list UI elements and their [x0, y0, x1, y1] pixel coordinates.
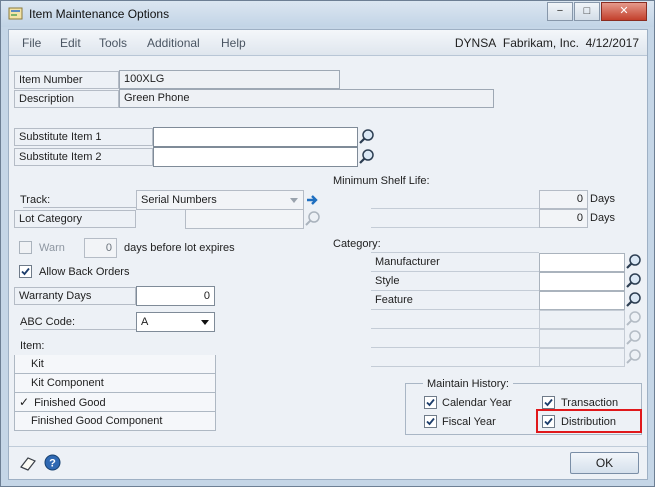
calendar-year-label: Calendar Year [442, 397, 512, 409]
shelf-life-days-2[interactable]: 0 [539, 209, 588, 228]
item-number-value: 100XLG [119, 70, 340, 89]
maintain-history-label: Maintain History: [423, 375, 513, 393]
feature-lookup-icon[interactable] [625, 291, 643, 309]
calendar-year-checkbox[interactable] [424, 396, 437, 409]
track-underline [23, 207, 136, 208]
dialog-client: File Edit Tools Additional Help DYNSA Fa… [8, 29, 648, 480]
warranty-days-input[interactable]: 0 [136, 286, 215, 306]
substitute-item-1-label: Substitute Item 1 [14, 128, 153, 146]
category-input-style[interactable] [539, 272, 625, 291]
warn-label: Warn [39, 242, 65, 254]
substitute-item-2-label: Substitute Item 2 [14, 148, 153, 166]
menu-bar: File Edit Tools Additional Help DYNSA Fa… [9, 30, 647, 56]
abc-code-value: A [141, 316, 149, 328]
category-input-empty-4[interactable] [539, 310, 625, 329]
shelf-life-unit-1: Days [590, 193, 616, 205]
item-type-row-finished-good-component[interactable]: Finished Good Component [14, 412, 216, 431]
item-type-row-label: Finished Good Component [31, 415, 163, 427]
category-row-label: Feature [375, 294, 413, 306]
fiscal-year-checkbox[interactable] [424, 415, 437, 428]
category-row-empty-5 [371, 329, 539, 348]
track-select-value: Serial Numbers [141, 194, 217, 206]
category-row-label: Manufacturer [375, 256, 440, 268]
close-button[interactable]: ✕ [601, 2, 647, 21]
substitute-2-lookup-icon[interactable] [358, 148, 376, 166]
item-type-row-finished-good[interactable]: ✓ Finished Good [14, 393, 216, 412]
fiscal-year-label: Fiscal Year [442, 416, 496, 428]
shelf-life-row-2 [371, 209, 539, 228]
category-row-manufacturer: Manufacturer [371, 253, 539, 272]
footer-separator [9, 446, 647, 447]
item-type-row-label: Kit [31, 358, 44, 370]
substitute-item-1-input[interactable] [153, 127, 358, 147]
shelf-life-days-1[interactable]: 0 [539, 190, 588, 209]
menu-additional[interactable]: Additional [147, 36, 200, 50]
substitute-1-lookup-icon[interactable] [358, 128, 376, 146]
dialog-window: Item Maintenance Options − □ ✕ File Edit… [0, 0, 655, 487]
allow-back-orders-checkbox[interactable] [19, 265, 32, 278]
substitute-item-2-input[interactable] [153, 147, 358, 167]
track-expand-arrow-icon[interactable] [305, 191, 321, 209]
item-type-row-kit-component[interactable]: Kit Component [14, 374, 216, 393]
window-title: Item Maintenance Options [29, 7, 170, 21]
transaction-checkbox[interactable] [542, 396, 555, 409]
abc-code-dropdown-icon [201, 320, 209, 325]
track-dropdown-icon [290, 198, 298, 203]
warn-suffix-label: days before lot expires [124, 242, 235, 254]
ok-button[interactable]: OK [570, 452, 639, 474]
category-input-empty-5[interactable] [539, 329, 625, 348]
warn-checkbox[interactable] [19, 241, 32, 254]
category-row-empty-4 [371, 310, 539, 329]
svg-text:?: ? [49, 458, 56, 470]
selected-check-icon: ✓ [19, 395, 30, 409]
company-name: Fabrikam, Inc. [502, 36, 579, 50]
item-type-label: Item: [20, 340, 45, 352]
category-5-lookup-icon[interactable] [625, 329, 643, 347]
category-row-empty-6 [371, 348, 539, 367]
menu-help[interactable]: Help [221, 36, 246, 50]
track-select[interactable]: Serial Numbers [136, 190, 304, 210]
allow-back-orders-label: Allow Back Orders [39, 266, 130, 278]
title-bar: Item Maintenance Options − □ ✕ [1, 1, 654, 27]
warranty-days-label: Warranty Days [14, 287, 136, 305]
category-row-label: Style [375, 275, 400, 287]
category-input-empty-6[interactable] [539, 348, 625, 367]
style-lookup-icon[interactable] [625, 272, 643, 290]
menu-file[interactable]: File [22, 36, 41, 50]
warn-days-input[interactable]: 0 [84, 238, 117, 258]
app-icon [8, 6, 24, 21]
item-type-row-kit[interactable]: Kit [14, 355, 216, 374]
menu-tools[interactable]: Tools [99, 36, 127, 50]
abc-code-select[interactable]: A [136, 312, 215, 332]
abc-code-underline [23, 329, 136, 330]
description-value: Green Phone [119, 89, 494, 108]
shelf-life-row-1 [371, 190, 539, 209]
user-date: 4/12/2017 [585, 36, 639, 50]
help-icon[interactable]: ? [44, 454, 61, 471]
category-6-lookup-icon[interactable] [625, 348, 643, 366]
item-type-row-label: Finished Good [34, 397, 106, 409]
lot-category-lookup-icon[interactable] [304, 210, 322, 228]
note-icon[interactable] [19, 455, 37, 471]
menu-edit[interactable]: Edit [60, 36, 81, 50]
category-input-manufacturer[interactable] [539, 253, 625, 272]
category-label: Category: [333, 238, 381, 250]
manufacturer-lookup-icon[interactable] [625, 253, 643, 271]
company-id: DYNSA [454, 36, 497, 50]
category-row-style: Style [371, 272, 539, 291]
category-4-lookup-icon[interactable] [625, 310, 643, 328]
description-label: Description [14, 90, 119, 108]
shelf-life-unit-2: Days [590, 212, 616, 224]
item-type-row-label: Kit Component [31, 377, 104, 389]
item-number-label: Item Number [14, 71, 119, 89]
company-info: DYNSA Fabrikam, Inc. 4/12/2017 [455, 36, 639, 50]
category-input-feature[interactable] [539, 291, 625, 310]
lot-category-input[interactable] [185, 209, 304, 229]
lot-category-label: Lot Category [14, 210, 136, 228]
maximize-button[interactable]: □ [574, 2, 600, 21]
distribution-highlight-box [536, 409, 642, 433]
minimize-button[interactable]: − [547, 2, 573, 21]
shelf-life-label: Minimum Shelf Life: [333, 175, 430, 187]
category-row-feature: Feature [371, 291, 539, 310]
